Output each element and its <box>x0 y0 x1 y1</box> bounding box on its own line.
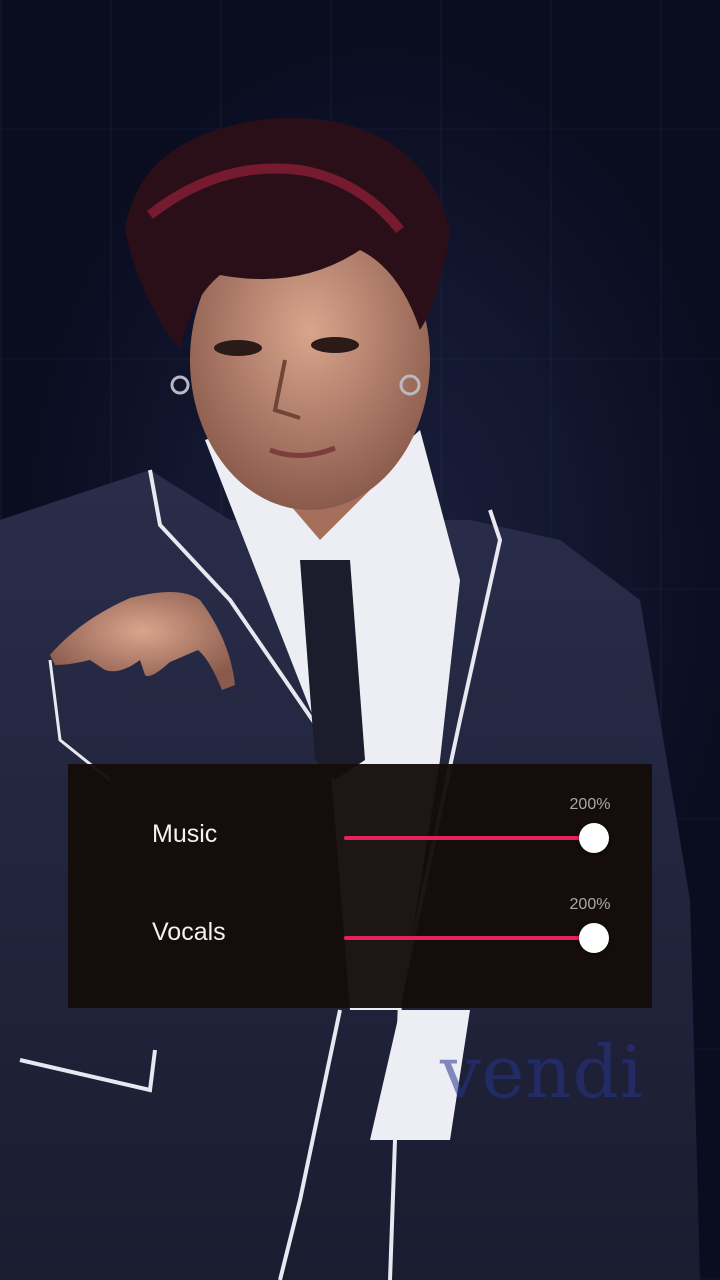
vocals-slider-thumb[interactable] <box>579 923 609 953</box>
music-slider-thumb[interactable] <box>579 823 609 853</box>
music-slider-fill <box>344 836 594 840</box>
vocals-volume-percent: 200% <box>569 896 611 913</box>
vocals-volume-slider[interactable] <box>344 923 609 953</box>
music-label: Music <box>152 820 218 848</box>
watermark-text: vendi <box>440 1030 644 1114</box>
audio-mixer-panel: 200% Music 200% Vocals <box>68 764 652 1008</box>
video-frame: vendi 200% Music 200% Vocals <box>0 0 720 1280</box>
vocals-label: Vocals <box>152 918 226 946</box>
music-volume-percent: 200% <box>569 796 611 813</box>
vocals-slider-fill <box>344 936 594 940</box>
music-volume-slider[interactable] <box>344 823 609 853</box>
